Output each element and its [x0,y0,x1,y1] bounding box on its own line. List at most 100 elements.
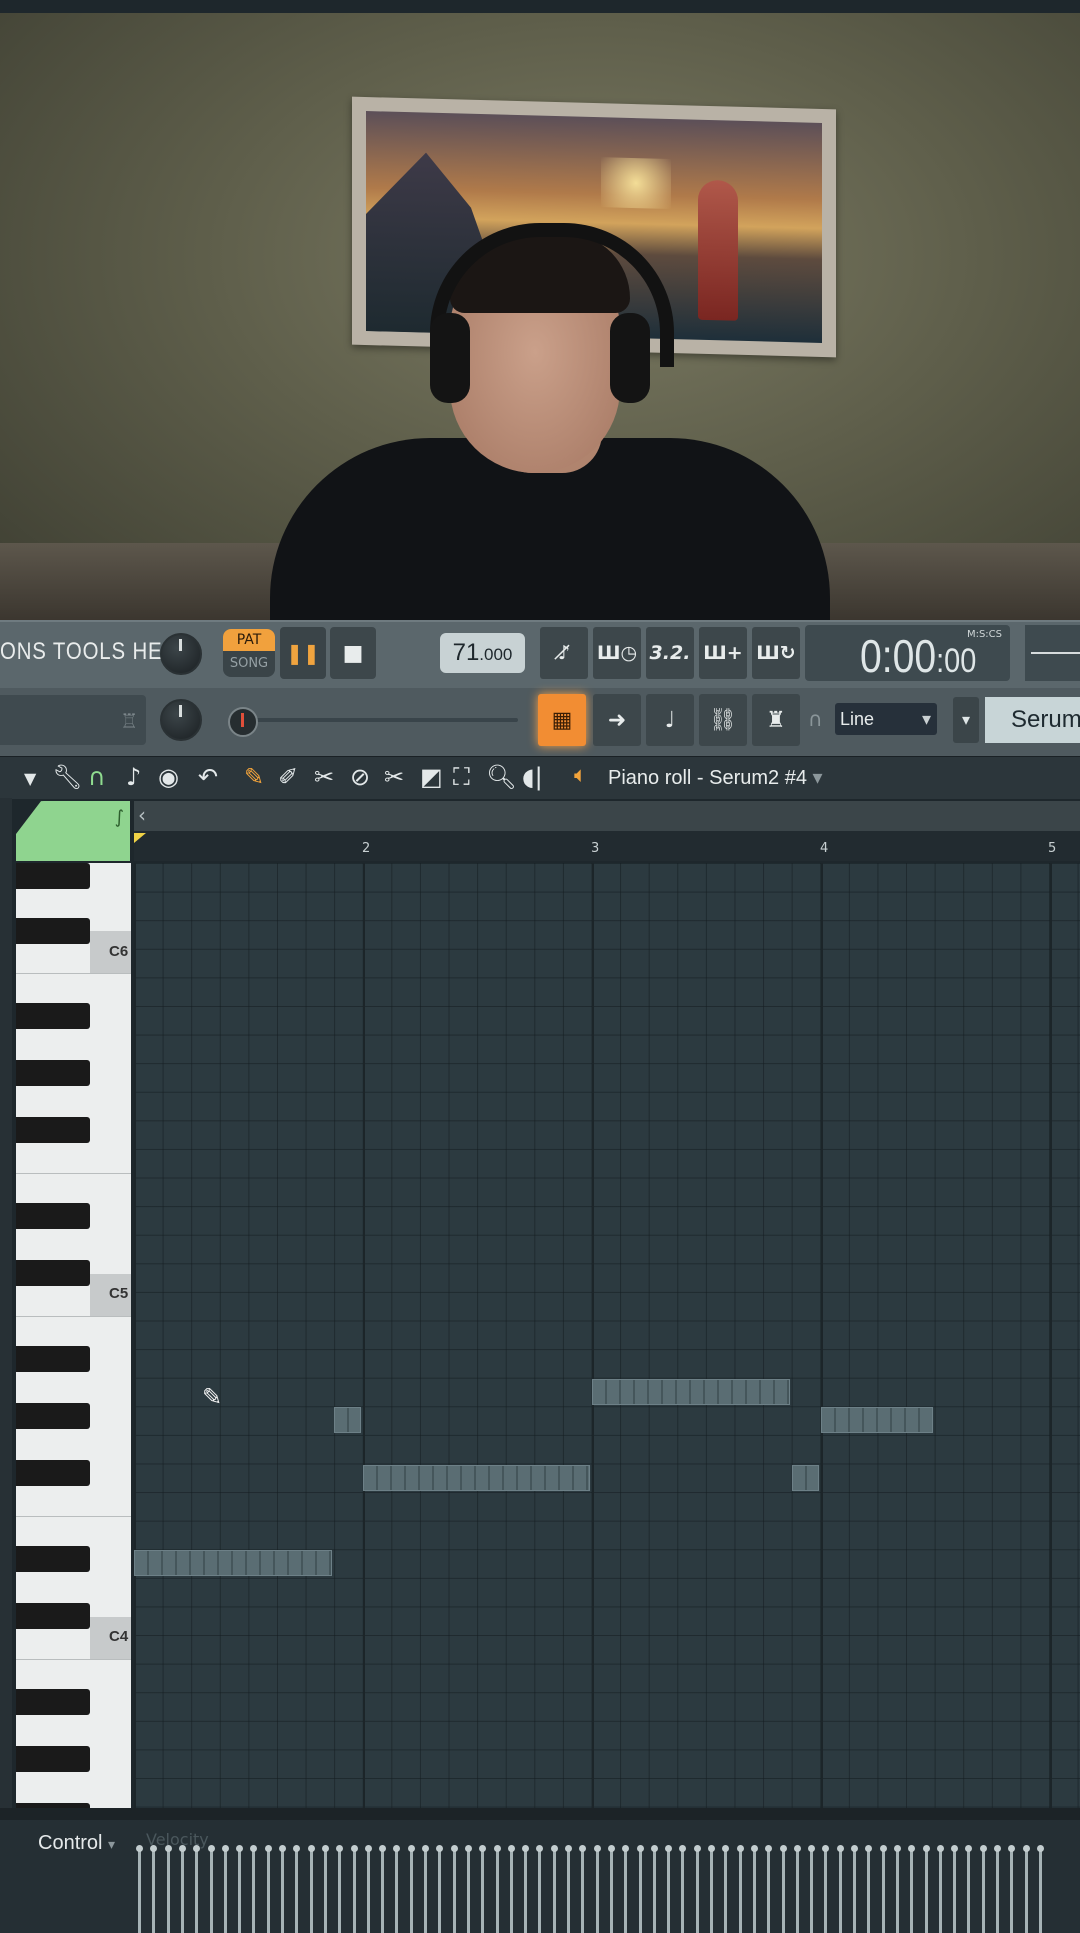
velocity-bar[interactable] [636,1845,644,1933]
song-label[interactable]: SONG [223,651,275,677]
magnet-icon[interactable]: ∩ [88,763,106,791]
mute-icon[interactable]: ⊘ [350,763,370,791]
horizontal-scrollbar[interactable]: ‹ [134,801,1080,831]
velocity-bar[interactable] [565,1845,572,1933]
velocity-bar[interactable] [364,1845,372,1933]
black-key[interactable] [16,1260,90,1286]
velocity-bar[interactable] [136,1845,143,1933]
zoom-corner[interactable]: ∫ [16,801,130,861]
velocity-bar[interactable] [893,1845,901,1933]
velocity-bar[interactable] [207,1845,215,1933]
velocity-bar[interactable] [1022,1845,1030,1933]
velocity-bar[interactable] [650,1845,658,1933]
velocity-bar[interactable] [1008,1845,1016,1933]
velocity-bar[interactable] [593,1845,601,1933]
velocity-bar[interactable] [979,1845,987,1933]
wait-icon[interactable]: Ш◷ [593,627,641,679]
velocity-bar[interactable] [708,1845,715,1933]
note[interactable] [792,1464,819,1491]
velocity-bar[interactable] [679,1845,687,1933]
black-key[interactable] [16,1346,90,1372]
velocity-bar[interactable] [908,1845,916,1933]
pedal-icon[interactable]: ♜ [752,694,800,746]
velocity-bar[interactable] [550,1845,558,1933]
black-key[interactable] [16,1203,90,1229]
velocity-bar[interactable] [393,1845,401,1933]
velocity-bar[interactable] [793,1845,801,1933]
playback-icon[interactable]: ◖| [522,763,543,791]
undo-icon[interactable]: ↶ [198,763,218,791]
velocity-bar[interactable] [150,1845,158,1933]
velocity-bar[interactable] [279,1845,286,1933]
link-icon[interactable]: ⛓ [699,694,747,746]
velocity-bar[interactable] [336,1845,344,1933]
metronome-icon[interactable]: ♪̸ [540,627,588,679]
black-key[interactable] [16,1546,90,1572]
control-selector[interactable]: Control ▾ [38,1832,115,1855]
velocity-bar[interactable] [994,1845,1001,1933]
velocity-bar[interactable] [1036,1845,1044,1933]
velocity-bar[interactable] [865,1845,873,1933]
arrow-icon[interactable]: ➜ [593,694,641,746]
velocity-bar[interactable] [379,1845,387,1933]
velocity-bar[interactable] [221,1845,229,1933]
wrench-icon[interactable]: 🔧︎ [52,763,82,791]
step-edit-icon[interactable]: Ш+ [699,627,747,679]
pat-song-toggle[interactable]: PAT SONG [223,629,275,677]
channel-name[interactable]: Serum2 [985,697,1080,743]
note[interactable] [591,1378,791,1405]
velocity-bar[interactable] [750,1845,758,1933]
black-key[interactable] [16,918,90,944]
velocity-bar[interactable] [851,1845,858,1933]
velocity-bar[interactable] [693,1845,701,1933]
menu-arrow-icon[interactable]: ▼ [24,769,36,788]
velocity-bar[interactable] [622,1845,630,1933]
note[interactable] [820,1407,934,1434]
speaker-icon[interactable]: 🔈︎ [574,763,587,788]
channel-dropdown-button[interactable]: ▾ [953,697,979,743]
loop-record-icon[interactable]: Ш↻ [752,627,800,679]
black-key[interactable] [16,1460,90,1486]
velocity-bar[interactable] [579,1845,587,1933]
velocity-bar[interactable] [507,1845,515,1933]
velocity-bar[interactable] [607,1845,615,1933]
delete-icon[interactable]: ✂ [314,763,334,791]
note-icon[interactable]: ♪ [126,763,141,791]
countdown-icon[interactable]: 3.2. [646,627,694,679]
velocity-bar[interactable] [936,1845,944,1933]
velocity-bar[interactable] [779,1845,787,1933]
velocity-bar[interactable] [522,1845,530,1933]
velocity-bar[interactable] [321,1845,329,1933]
black-key[interactable] [16,1746,90,1772]
paint-icon[interactable]: ✐ [278,763,298,791]
velocity-bar[interactable] [822,1845,830,1933]
zoom-glass-icon[interactable]: 🔍︎ [486,763,516,791]
velocity-bar[interactable] [464,1845,472,1933]
stop-button[interactable]: ■ [330,627,376,679]
master-volume-knob[interactable] [160,633,202,675]
velocity-bar[interactable] [922,1845,930,1933]
note[interactable] [134,1550,333,1577]
velocity-bar[interactable] [250,1845,258,1933]
velocity-bar[interactable] [765,1845,773,1933]
velocity-bar[interactable] [264,1845,272,1933]
stamp-icon[interactable]: ◉ [158,763,179,791]
black-key[interactable] [16,1603,90,1629]
playhead-marker[interactable] [134,833,146,843]
velocity-bar[interactable] [193,1845,201,1933]
velocity-bar[interactable] [436,1845,444,1933]
tempo-display[interactable]: 71.000 [440,633,525,673]
velocity-bar[interactable] [407,1845,415,1933]
velocity-bar[interactable] [178,1845,186,1933]
black-key[interactable] [16,1060,90,1086]
black-key[interactable] [16,1117,90,1143]
velocity-bar[interactable] [836,1845,844,1933]
black-key[interactable] [16,1689,90,1715]
piano-keyboard[interactable]: C6 C5 C4 [16,863,131,1808]
velocity-lane[interactable] [134,1823,1080,1933]
velocity-bar[interactable] [965,1845,973,1933]
velocity-bar[interactable] [808,1845,816,1933]
piano-roll-icon[interactable]: ▦ [538,694,586,746]
black-key[interactable] [16,1403,90,1429]
slice-icon[interactable]: ✂ [384,763,404,791]
